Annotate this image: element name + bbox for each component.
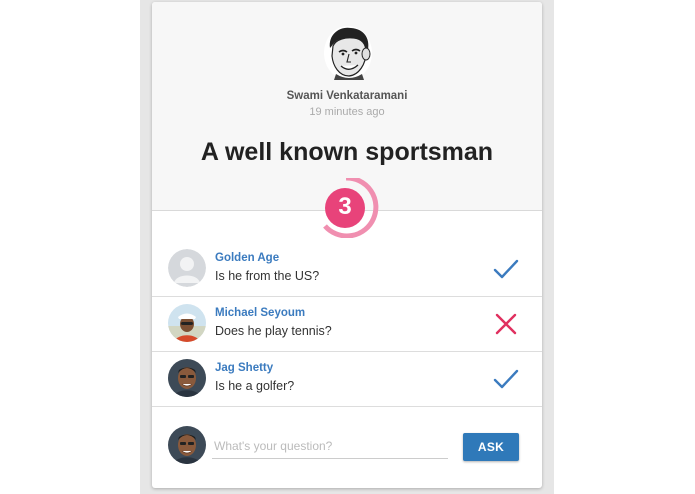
user-photo-icon bbox=[168, 359, 206, 397]
author-name[interactable]: Swami Venkataramani bbox=[152, 90, 542, 102]
ask-button[interactable]: ASK bbox=[463, 433, 519, 461]
author-avatar[interactable] bbox=[324, 26, 372, 80]
post-timestamp: 19 minutes ago bbox=[309, 106, 385, 118]
current-user-avatar bbox=[168, 426, 206, 464]
ask-question-form: ASK bbox=[152, 404, 542, 488]
default-user-icon bbox=[168, 249, 206, 287]
user-photo-icon bbox=[168, 304, 206, 342]
question-row[interactable]: Golden Age Is he from the US? bbox=[152, 242, 542, 297]
asker-avatar[interactable] bbox=[168, 249, 206, 287]
question-row[interactable]: Michael Seyoum Does he play tennis? bbox=[152, 297, 542, 352]
question-row[interactable]: Jag Shetty Is he a golfer? bbox=[152, 352, 542, 407]
question-counter-badge: 3 bbox=[322, 175, 382, 239]
cartoon-face-icon bbox=[329, 27, 371, 80]
asker-avatar[interactable] bbox=[168, 359, 206, 397]
question-text: Is he from the US? bbox=[215, 269, 320, 283]
asker-name[interactable]: Michael Seyoum bbox=[215, 307, 305, 319]
question-count: 3 bbox=[338, 193, 352, 220]
checkmark-icon bbox=[493, 369, 519, 389]
question-input[interactable] bbox=[212, 434, 448, 459]
question-text: Does he play tennis? bbox=[215, 324, 332, 338]
post-title: A well known sportsman bbox=[200, 138, 494, 166]
asker-name[interactable]: Golden Age bbox=[215, 252, 279, 264]
asker-avatar[interactable] bbox=[168, 304, 206, 342]
question-text: Is he a golfer? bbox=[215, 379, 295, 393]
cross-icon bbox=[495, 313, 517, 335]
user-photo-icon bbox=[168, 426, 206, 464]
checkmark-icon bbox=[493, 259, 519, 279]
post-card: Swami Venkataramani 19 minutes ago A wel… bbox=[152, 2, 542, 488]
asker-name[interactable]: Jag Shetty bbox=[215, 362, 273, 374]
